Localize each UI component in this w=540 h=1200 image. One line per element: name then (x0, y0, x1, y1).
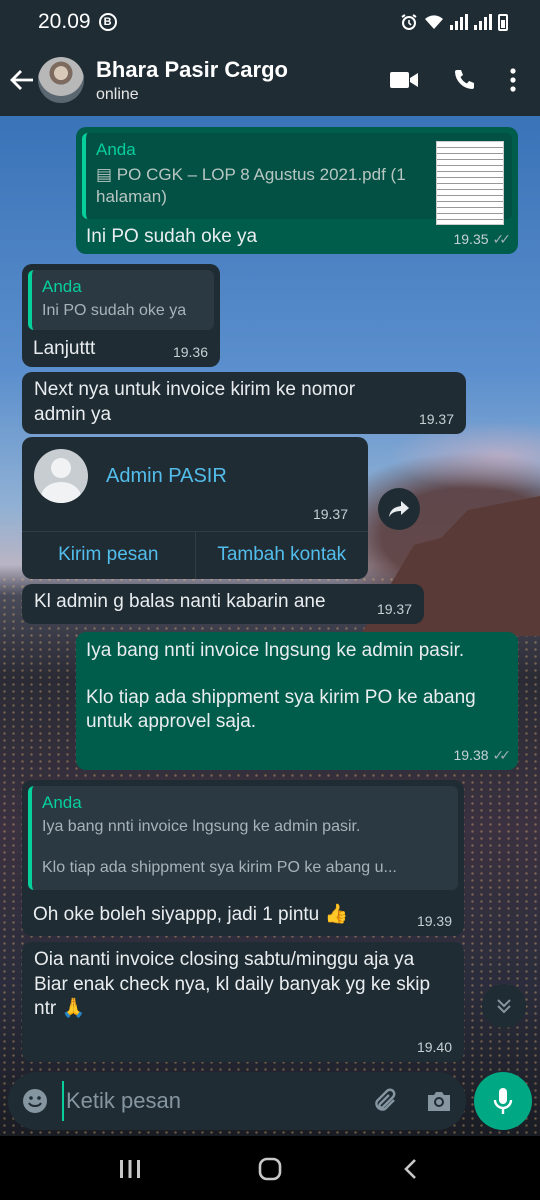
quote-text-line2: Klo tiap ada shippment sya kirim PO ke a… (42, 858, 397, 876)
contact-card-actions: Kirim pesan Tambah kontak (22, 531, 368, 579)
message-outgoing-po[interactable]: Anda ▤ PO CGK – LOP 8 Agustus 2021.pdf (… (76, 127, 518, 254)
add-contact-button[interactable]: Tambah kontak (196, 532, 369, 579)
message-input[interactable] (62, 1081, 372, 1121)
more-options-button[interactable] (510, 68, 516, 92)
quoted-document[interactable]: Anda ▤ PO CGK – LOP 8 Agustus 2021.pdf (… (82, 133, 512, 225)
message-time: 19.37 (418, 410, 454, 427)
system-nav-bar (0, 1138, 540, 1200)
contact-avatar[interactable] (38, 57, 84, 103)
chat-area[interactable]: Anda ▤ PO CGK – LOP 8 Agustus 2021.pdf (… (0, 116, 540, 1136)
quote-text-line1: Iya bang nnti invoice lngsung ke admin p… (42, 818, 361, 836)
default-avatar-icon (34, 449, 88, 503)
microphone-icon (493, 1088, 513, 1114)
quote-author: Anda (42, 793, 82, 812)
share-arrow-icon (389, 501, 409, 517)
b-notification-icon: B (98, 13, 117, 31)
message-time: 19.39 (416, 912, 452, 929)
message-incoming-next[interactable]: Next nya untuk invoice kirim ke nomor ad… (22, 372, 466, 434)
camera-button[interactable] (426, 1090, 452, 1112)
forward-button[interactable] (378, 488, 420, 530)
message-text-line1: Iya bang nnti invoice lngsung ke admin p… (86, 640, 465, 661)
quote-author: Anda (42, 277, 82, 296)
wifi-icon (425, 15, 443, 29)
message-text: Next nya untuk invoice kirim ke nomor ad… (34, 379, 356, 425)
camera-icon (428, 1092, 450, 1111)
signal-icon (450, 14, 468, 30)
voice-call-button[interactable] (452, 68, 476, 92)
quoted-message[interactable]: Anda Ini PO sudah oke ya (28, 270, 214, 330)
status-bar: 20.09 B (0, 0, 540, 44)
message-text: Oh oke boleh siyappp, jadi 1 pintu 👍 (33, 904, 349, 925)
message-time: 19.35 ✓✓ (453, 230, 512, 247)
quote-author: Anda (96, 140, 136, 159)
home-button[interactable] (240, 1144, 300, 1194)
double-check-icon: ✓✓ (492, 230, 512, 247)
contact-card[interactable]: Admin PASIR 19.37 Kirim pesan Tambah kon… (22, 437, 368, 579)
back-button[interactable] (8, 60, 36, 100)
shared-contact-name: Admin PASIR (106, 465, 227, 487)
paperclip-icon (375, 1088, 396, 1111)
signal-icon-2 (474, 14, 492, 30)
document-icon: ▤ (96, 165, 113, 185)
back-nav-button[interactable] (380, 1144, 440, 1194)
message-time: 19.37 (376, 600, 412, 617)
message-time: 19.36 (172, 343, 208, 360)
phone-icon (455, 70, 474, 89)
voice-message-button[interactable] (474, 1072, 532, 1130)
video-camera-icon (390, 72, 418, 88)
message-text: Ini PO sudah oke ya (86, 226, 258, 247)
message-incoming-admin[interactable]: Kl admin g balas nanti kabarin ane 19.37 (22, 584, 424, 624)
status-left: 20.09 B (38, 10, 117, 34)
video-call-button[interactable] (390, 71, 418, 89)
arrow-left-icon (10, 70, 33, 90)
emoji-icon (23, 1089, 47, 1113)
status-icons (400, 13, 508, 31)
battery-icon (498, 13, 508, 31)
recent-apps-icon (120, 1160, 140, 1178)
message-time: 19.37 (312, 505, 348, 522)
alarm-icon (401, 14, 417, 30)
scroll-to-bottom-button[interactable] (482, 984, 526, 1028)
contact-status: online (96, 85, 139, 103)
send-message-button[interactable]: Kirim pesan (22, 532, 196, 579)
contact-info[interactable]: Bhara Pasir Cargo online (96, 57, 390, 104)
double-check-icon: ✓✓ (492, 746, 512, 763)
clock: 20.09 (38, 10, 91, 33)
emoji-button[interactable] (22, 1088, 48, 1114)
message-outgoing-invoice[interactable]: Iya bang nnti invoice lngsung ke admin p… (76, 632, 518, 770)
quote-text: Ini PO sudah oke ya (42, 302, 187, 320)
message-incoming-siyap[interactable]: Anda Iya bang nnti invoice lngsung ke ad… (22, 780, 464, 936)
attach-button[interactable] (372, 1087, 400, 1115)
message-text: Kl admin g balas nanti kabarin ane (34, 591, 326, 612)
double-chevron-down-icon (497, 999, 511, 1014)
contact-card-header[interactable]: Admin PASIR (22, 437, 368, 515)
message-time: 19.40 (416, 1038, 452, 1055)
message-text-line2: Biar enak check nya, kl daily banyak yg … (34, 973, 431, 1020)
contact-name: Bhara Pasir Cargo (96, 56, 288, 82)
message-composer (8, 1072, 466, 1130)
message-incoming-closing[interactable]: Oia nanti invoice closing sabtu/minggu a… (22, 942, 464, 1062)
message-time: 19.38 ✓✓ (453, 746, 512, 763)
message-text: Lanjuttt (33, 338, 96, 359)
message-text-line1: Oia nanti invoice closing sabtu/minggu a… (34, 949, 415, 970)
quoted-message[interactable]: Anda Iya bang nnti invoice lngsung ke ad… (28, 786, 458, 890)
document-name: PO CGK – LOP 8 Agustus 2021.pdf (1 halam… (96, 165, 406, 207)
chevron-left-icon (404, 1159, 416, 1179)
quote-document-name: ▤ PO CGK – LOP 8 Agustus 2021.pdf (1 hal… (96, 164, 426, 208)
kebab-menu-icon (510, 68, 516, 92)
message-incoming-lanjut[interactable]: Anda Ini PO sudah oke ya Lanjuttt 19.36 (22, 264, 220, 367)
chat-header: Bhara Pasir Cargo online (0, 44, 540, 116)
recent-apps-button[interactable] (100, 1144, 160, 1194)
home-icon (258, 1157, 282, 1181)
document-thumbnail (436, 141, 504, 225)
message-text-line2: Klo tiap ada shippment sya kirim PO ke a… (86, 686, 476, 733)
